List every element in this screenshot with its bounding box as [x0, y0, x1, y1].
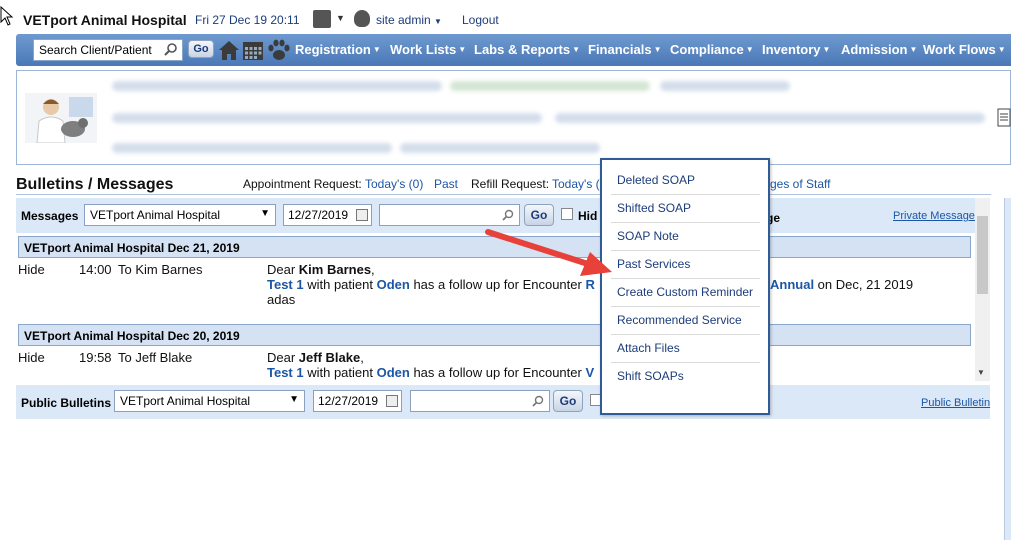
- private-message-link[interactable]: Private Message: [893, 210, 975, 222]
- chevron-down-icon: ▼: [289, 394, 299, 405]
- redacted-patient-info: [555, 113, 985, 123]
- menu-item-shift-soaps[interactable]: Shift SOAPs: [617, 369, 684, 383]
- menu-item-recommended-service[interactable]: Recommended Service: [617, 313, 742, 327]
- menu-item-create-custom-reminder[interactable]: Create Custom Reminder: [617, 285, 753, 299]
- redacted-patient-info: [660, 81, 790, 91]
- menu-item-attach-files[interactable]: Attach Files: [617, 341, 680, 355]
- messages-go-button[interactable]: Go: [524, 204, 554, 226]
- menu-divider: [611, 362, 760, 363]
- messages-search-input[interactable]: [379, 204, 520, 226]
- menu-item-deleted-soap[interactable]: Deleted SOAP: [617, 173, 695, 187]
- nav-registration[interactable]: Registration ▼: [295, 42, 381, 57]
- encounter-link[interactable]: Annual: [770, 277, 814, 292]
- site-shield-icon: [354, 10, 370, 27]
- hide-label: Hid: [578, 209, 598, 223]
- hospital-name: VETport Animal Hospital: [23, 12, 187, 28]
- menu-item-past-services[interactable]: Past Services: [617, 257, 690, 271]
- redacted-patient-info: [400, 143, 600, 153]
- search-icon[interactable]: [164, 42, 178, 56]
- client-link[interactable]: Test 1: [267, 365, 304, 380]
- menu-divider: [611, 250, 760, 251]
- menu-item-shifted-soap[interactable]: Shifted SOAP: [617, 201, 691, 215]
- paw-icon[interactable]: [266, 37, 292, 63]
- message-body-line: Test 1 with patient Oden has a follow up…: [267, 365, 595, 380]
- message-recipient: To Kim Barnes: [118, 262, 203, 277]
- scrollbar-thumb[interactable]: [977, 216, 988, 294]
- nav-work-flows[interactable]: Work Flows ▼: [923, 42, 1006, 57]
- client-link[interactable]: Test 1: [267, 277, 304, 292]
- redacted-patient-info: [112, 113, 542, 123]
- calendar-icon[interactable]: [356, 209, 368, 221]
- messages-label: Messages: [21, 209, 79, 223]
- public-bulletin-link[interactable]: Public Bulletin: [921, 397, 990, 409]
- hide-message-link[interactable]: Hide: [18, 262, 45, 277]
- nav-compliance[interactable]: Compliance ▼: [670, 42, 754, 57]
- divider: [16, 194, 991, 195]
- patient-link[interactable]: Oden: [377, 365, 410, 380]
- menu-divider: [611, 194, 760, 195]
- message-greeting: Dear Kim Barnes,: [267, 262, 375, 277]
- message-body-text: adas: [267, 292, 296, 307]
- document-icon[interactable]: [995, 108, 1011, 128]
- appointment-today-link[interactable]: Today's (0): [365, 177, 423, 191]
- home-icon[interactable]: [217, 38, 241, 62]
- refill-today-link[interactable]: Today's (: [552, 177, 600, 191]
- veterinarian-photo: [25, 93, 97, 143]
- chevron-down-icon[interactable]: ▼: [336, 13, 345, 23]
- public-hospital-select[interactable]: VETport Animal Hospital ▼: [114, 390, 305, 412]
- message-greeting: Dear Jeff Blake,: [267, 350, 364, 365]
- scroll-down-arrow-icon[interactable]: ▼: [977, 368, 985, 377]
- redacted-patient-info: [112, 143, 392, 153]
- chevron-down-icon: ▼: [260, 208, 270, 219]
- right-side-panel: [1004, 198, 1011, 540]
- public-bulletins-label: Public Bulletins: [21, 396, 112, 410]
- annotation-arrow-icon: [485, 229, 612, 276]
- messages-date-input[interactable]: 12/27/2019: [283, 204, 372, 226]
- redacted-patient-info: [112, 81, 442, 91]
- nav-financials[interactable]: Financials ▼: [588, 42, 662, 57]
- nav-labs-reports[interactable]: Labs & Reports ▼: [474, 42, 580, 57]
- logout-link[interactable]: Logout: [462, 13, 499, 27]
- bulletins-title: Bulletins / Messages: [16, 176, 174, 193]
- hide-checkbox[interactable]: [561, 208, 573, 220]
- user-profile-icon[interactable]: [313, 10, 331, 28]
- calendar-icon[interactable]: [241, 38, 265, 62]
- menu-item-soap-note[interactable]: SOAP Note: [617, 229, 679, 243]
- public-search-input[interactable]: [410, 390, 550, 412]
- message-day-header: VETport Animal Hospital Dec 20, 2019: [18, 324, 971, 346]
- search-icon[interactable]: [532, 395, 544, 407]
- message-time: 19:58: [79, 350, 112, 365]
- message-time: 14:00: [79, 262, 112, 277]
- message-recipient: To Jeff Blake: [118, 350, 193, 365]
- public-date-input[interactable]: 12/27/2019: [313, 390, 402, 412]
- public-go-button[interactable]: Go: [553, 390, 583, 412]
- nav-work-lists[interactable]: Work Lists ▼: [390, 42, 466, 57]
- menu-divider: [611, 278, 760, 279]
- site-admin-menu[interactable]: site admin ▼: [376, 13, 442, 27]
- search-go-button[interactable]: Go: [188, 40, 214, 58]
- current-datetime: Fri 27 Dec 19 20:11: [195, 13, 300, 27]
- appointment-request-label: Appointment Request:: [243, 177, 362, 191]
- message-body-tail: Annual on Dec, 21 2019: [770, 277, 914, 292]
- staff-messages-link[interactable]: ges of Staff: [770, 177, 831, 191]
- nav-inventory[interactable]: Inventory ▼: [762, 42, 830, 57]
- messages-hospital-select[interactable]: VETport Animal Hospital ▼: [84, 204, 276, 226]
- nav-admission[interactable]: Admission ▼: [841, 42, 917, 57]
- search-client-patient-input[interactable]: Search Client/Patient: [33, 39, 183, 61]
- menu-divider: [611, 306, 760, 307]
- calendar-icon[interactable]: [386, 395, 398, 407]
- hide-message-link[interactable]: Hide: [18, 350, 45, 365]
- patient-link[interactable]: Oden: [377, 277, 410, 292]
- menu-divider: [611, 222, 760, 223]
- search-icon[interactable]: [502, 209, 514, 221]
- refill-request-label: Refill Request:: [471, 177, 550, 191]
- appointment-past-link[interactable]: Past: [434, 177, 458, 191]
- mouse-cursor-icon: [0, 6, 14, 26]
- menu-divider: [611, 334, 760, 335]
- redacted-patient-info: [450, 81, 650, 91]
